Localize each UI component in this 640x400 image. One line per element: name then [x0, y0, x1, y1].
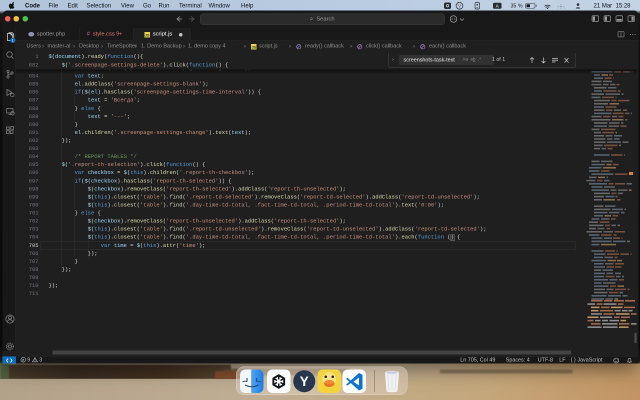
svg-text:JS: JS	[251, 46, 256, 50]
svg-text:1: 1	[12, 39, 14, 43]
svg-text:JS: JS	[145, 33, 150, 37]
svg-text:Y: Y	[300, 374, 309, 389]
svg-text:A: A	[496, 3, 500, 9]
svg-text:35 %: 35 %	[511, 3, 523, 9]
